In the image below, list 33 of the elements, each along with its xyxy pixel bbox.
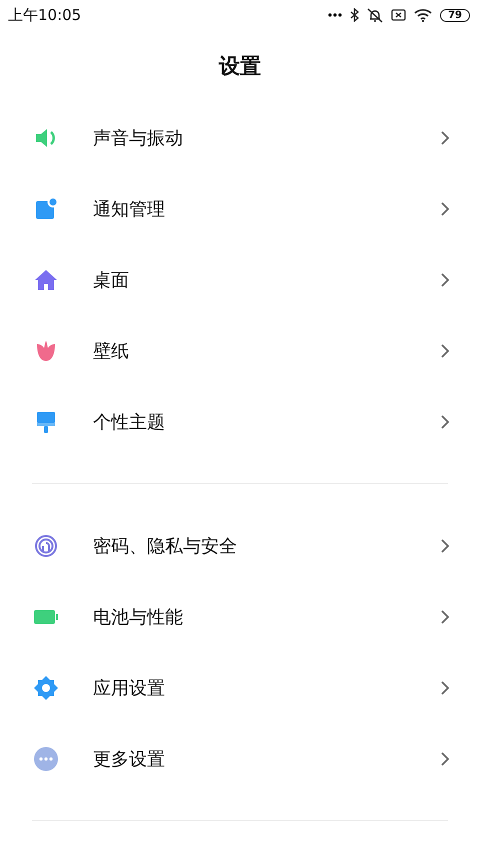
chevron-right-icon <box>440 414 450 430</box>
chevron-right-icon <box>440 750 450 766</box>
paint-brush-icon <box>34 410 58 434</box>
settings-item[interactable]: 密码、隐私与安全 <box>0 510 480 581</box>
settings-item[interactable]: 个性主题 <box>0 386 480 457</box>
notification-icon <box>34 196 58 220</box>
gear-icon <box>34 676 58 700</box>
tulip-icon <box>34 338 58 362</box>
chevron-right-icon <box>440 200 450 216</box>
bluetooth-icon <box>350 8 360 22</box>
chevron-right-icon <box>440 342 450 358</box>
chevron-right-icon <box>440 608 450 624</box>
settings-item[interactable]: 壁纸 <box>0 315 480 386</box>
more-icon <box>34 746 58 770</box>
chevron-right-icon <box>440 272 450 288</box>
bell-off-icon <box>367 8 384 22</box>
settings-item[interactable]: 声音与振动 <box>0 102 480 173</box>
sim-icon <box>391 9 406 21</box>
fingerprint-icon <box>34 534 58 558</box>
status-time: 上午10:05 <box>8 6 82 24</box>
settings-item[interactable]: 电池与性能 <box>0 581 480 652</box>
chevron-right-icon <box>440 680 450 696</box>
chevron-right-icon <box>440 538 450 554</box>
chevron-right-icon <box>440 130 450 146</box>
wifi-icon <box>414 8 432 22</box>
settings-item[interactable]: 更多设置 <box>0 723 480 794</box>
house-icon <box>34 268 58 292</box>
more-dots-icon <box>328 13 342 17</box>
settings-item[interactable]: 通知管理 <box>0 173 480 244</box>
battery-level: 79 <box>440 8 470 22</box>
settings-item[interactable]: 应用设置 <box>0 652 480 723</box>
page-title: 设置 <box>219 53 261 80</box>
settings-item[interactable]: 桌面 <box>0 244 480 315</box>
